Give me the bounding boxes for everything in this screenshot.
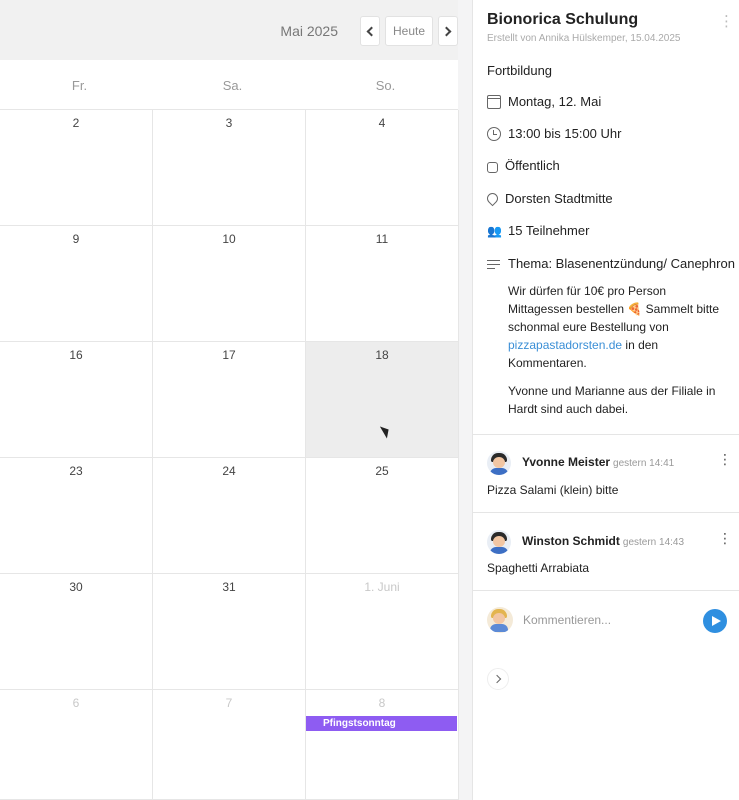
comment-text: Pizza Salami (klein) bitte (487, 483, 619, 497)
calendar-grid: 2 3 4 9 10 11 16 17 18 23 24 25 30 31 1.… (0, 110, 459, 800)
day-number: 24 (222, 464, 236, 478)
divider (473, 512, 739, 513)
send-icon (711, 616, 721, 626)
clock-icon (487, 126, 501, 141)
event-date: Montag, 12. Mai (508, 94, 602, 109)
calendar-header: Mai 2025 Heute (0, 0, 458, 60)
calendar: Mai 2025 Heute Fr. Sa. So. 2 3 4 9 10 11… (0, 0, 459, 800)
chevron-right-icon (441, 26, 452, 36)
day-number: 31 (222, 580, 236, 594)
comment-author-name: Yvonne Meister (522, 455, 611, 469)
people-icon: 👥 (487, 223, 502, 238)
day-cell[interactable]: 3 (153, 110, 306, 226)
location-pin-icon (484, 190, 501, 207)
event-visibility-row: Öffentlich (487, 158, 737, 173)
prev-month-button[interactable] (360, 16, 380, 46)
avatar (487, 607, 513, 633)
day-cell-next-month[interactable]: 1. Juni (306, 574, 459, 690)
comment-time: gestern 14:43 (622, 537, 685, 548)
comment-input[interactable] (523, 611, 693, 629)
event-time: 13:00 bis 15:00 Uhr (508, 126, 622, 141)
description-text: Wir dürfen für 10€ pro Person Mittagesse… (508, 284, 720, 334)
event-participants-row[interactable]: 👥 15 Teilnehmer (487, 223, 737, 238)
event-topic: Thema: Blasenentzündung/ Canephron (508, 256, 735, 271)
next-month-button[interactable] (438, 16, 458, 46)
day-number: 23 (69, 464, 83, 478)
event-date-row: Montag, 12. Mai (487, 94, 737, 109)
day-cell[interactable]: 31 (153, 574, 306, 690)
event-time-row: 13:00 bis 15:00 Uhr (487, 126, 737, 141)
event-description: Wir dürfen für 10€ pro Person Mittagesse… (508, 282, 728, 428)
day-cell[interactable]: 11 (306, 226, 459, 342)
event-title: Bionorica Schulung (487, 11, 639, 28)
text-lines-icon (487, 257, 501, 271)
divider (473, 434, 739, 435)
day-cell-next-month[interactable]: 6 (0, 690, 153, 800)
day-number: 2 (72, 116, 80, 130)
day-cell-next-month[interactable]: 8 (306, 690, 459, 800)
weekday-header: Fr. Sa. So. (0, 60, 458, 110)
event-detail-panel: Bionorica Schulung ⋮ Erstellt von Annika… (472, 0, 739, 800)
created-by-label: Erstellt von Annika Hülskemper, 15.04.20… (487, 33, 681, 44)
weekday-sunday: So. (375, 78, 396, 93)
divider (473, 590, 739, 591)
day-cell[interactable]: 24 (153, 458, 306, 574)
calendar-icon (487, 94, 501, 109)
day-cell[interactable]: 10 (153, 226, 306, 342)
day-cell[interactable]: 17 (153, 342, 306, 458)
day-number: 4 (378, 116, 386, 130)
event-location: Dorsten Stadtmitte (505, 191, 613, 206)
description-paragraph: Yvonne und Marianne aus der Filiale in H… (508, 384, 716, 416)
event-pfingstsonntag[interactable]: Pfingstsonntag (306, 716, 457, 731)
day-cell[interactable]: 2 (0, 110, 153, 226)
event-category: Fortbildung (487, 63, 553, 78)
weekday-saturday: Sa. (222, 78, 243, 93)
comment-author: Yvonne Meister gestern 14:41 (522, 455, 674, 469)
lock-icon (487, 161, 498, 173)
comment-more-icon[interactable]: ⋮ (718, 530, 732, 547)
day-cell-hovered[interactable]: 18 (306, 342, 459, 458)
comment-time: gestern 14:41 (613, 458, 675, 469)
day-number: 25 (375, 464, 389, 478)
day-cell[interactable]: 23 (0, 458, 153, 574)
chevron-right-icon (492, 674, 502, 684)
event-location-row: Dorsten Stadtmitte (484, 190, 737, 207)
comment-text: Spaghetti Arrabiata (487, 561, 590, 575)
day-number: 9 (72, 232, 80, 246)
month-label: Mai 2025 (280, 23, 338, 39)
expand-button[interactable] (487, 668, 509, 690)
day-number: 3 (225, 116, 233, 130)
description-paragraph: Wir dürfen für 10€ pro Person Mittagesse… (508, 282, 728, 372)
day-cell[interactable]: 30 (0, 574, 153, 690)
comment-more-icon[interactable]: ⋮ (718, 451, 732, 468)
today-button[interactable]: Heute (385, 16, 433, 46)
day-number: 8 (378, 696, 386, 710)
comment-author-name: Winston Schmidt (522, 534, 620, 548)
day-number: 11 (375, 232, 389, 246)
more-options-icon[interactable]: ⋮ (719, 12, 734, 30)
weekday-friday: Fr. (71, 78, 88, 93)
day-cell[interactable]: 25 (306, 458, 459, 574)
day-number: 6 (72, 696, 80, 710)
event-topic-row: Thema: Blasenentzündung/ Canephron (487, 256, 737, 271)
pizza-link[interactable]: pizzapastadorsten.de (508, 338, 622, 352)
chevron-left-icon (366, 26, 377, 36)
day-number: 17 (222, 348, 236, 362)
comment-author: Winston Schmidt gestern 14:43 (522, 534, 684, 548)
day-number: 16 (69, 348, 83, 362)
day-cell[interactable]: 16 (0, 342, 153, 458)
day-number: 30 (69, 580, 83, 594)
day-cell[interactable]: 9 (0, 226, 153, 342)
send-button[interactable] (703, 609, 727, 633)
day-number: 1. Juni (364, 580, 400, 594)
avatar (487, 530, 511, 554)
day-number: 18 (375, 348, 389, 362)
day-number: 10 (222, 232, 236, 246)
day-cell[interactable]: 4 (306, 110, 459, 226)
event-visibility: Öffentlich (505, 158, 560, 173)
day-cell-next-month[interactable]: 7 (153, 690, 306, 800)
day-number: 7 (225, 696, 233, 710)
avatar (487, 451, 511, 475)
event-participants: 15 Teilnehmer (508, 223, 590, 238)
